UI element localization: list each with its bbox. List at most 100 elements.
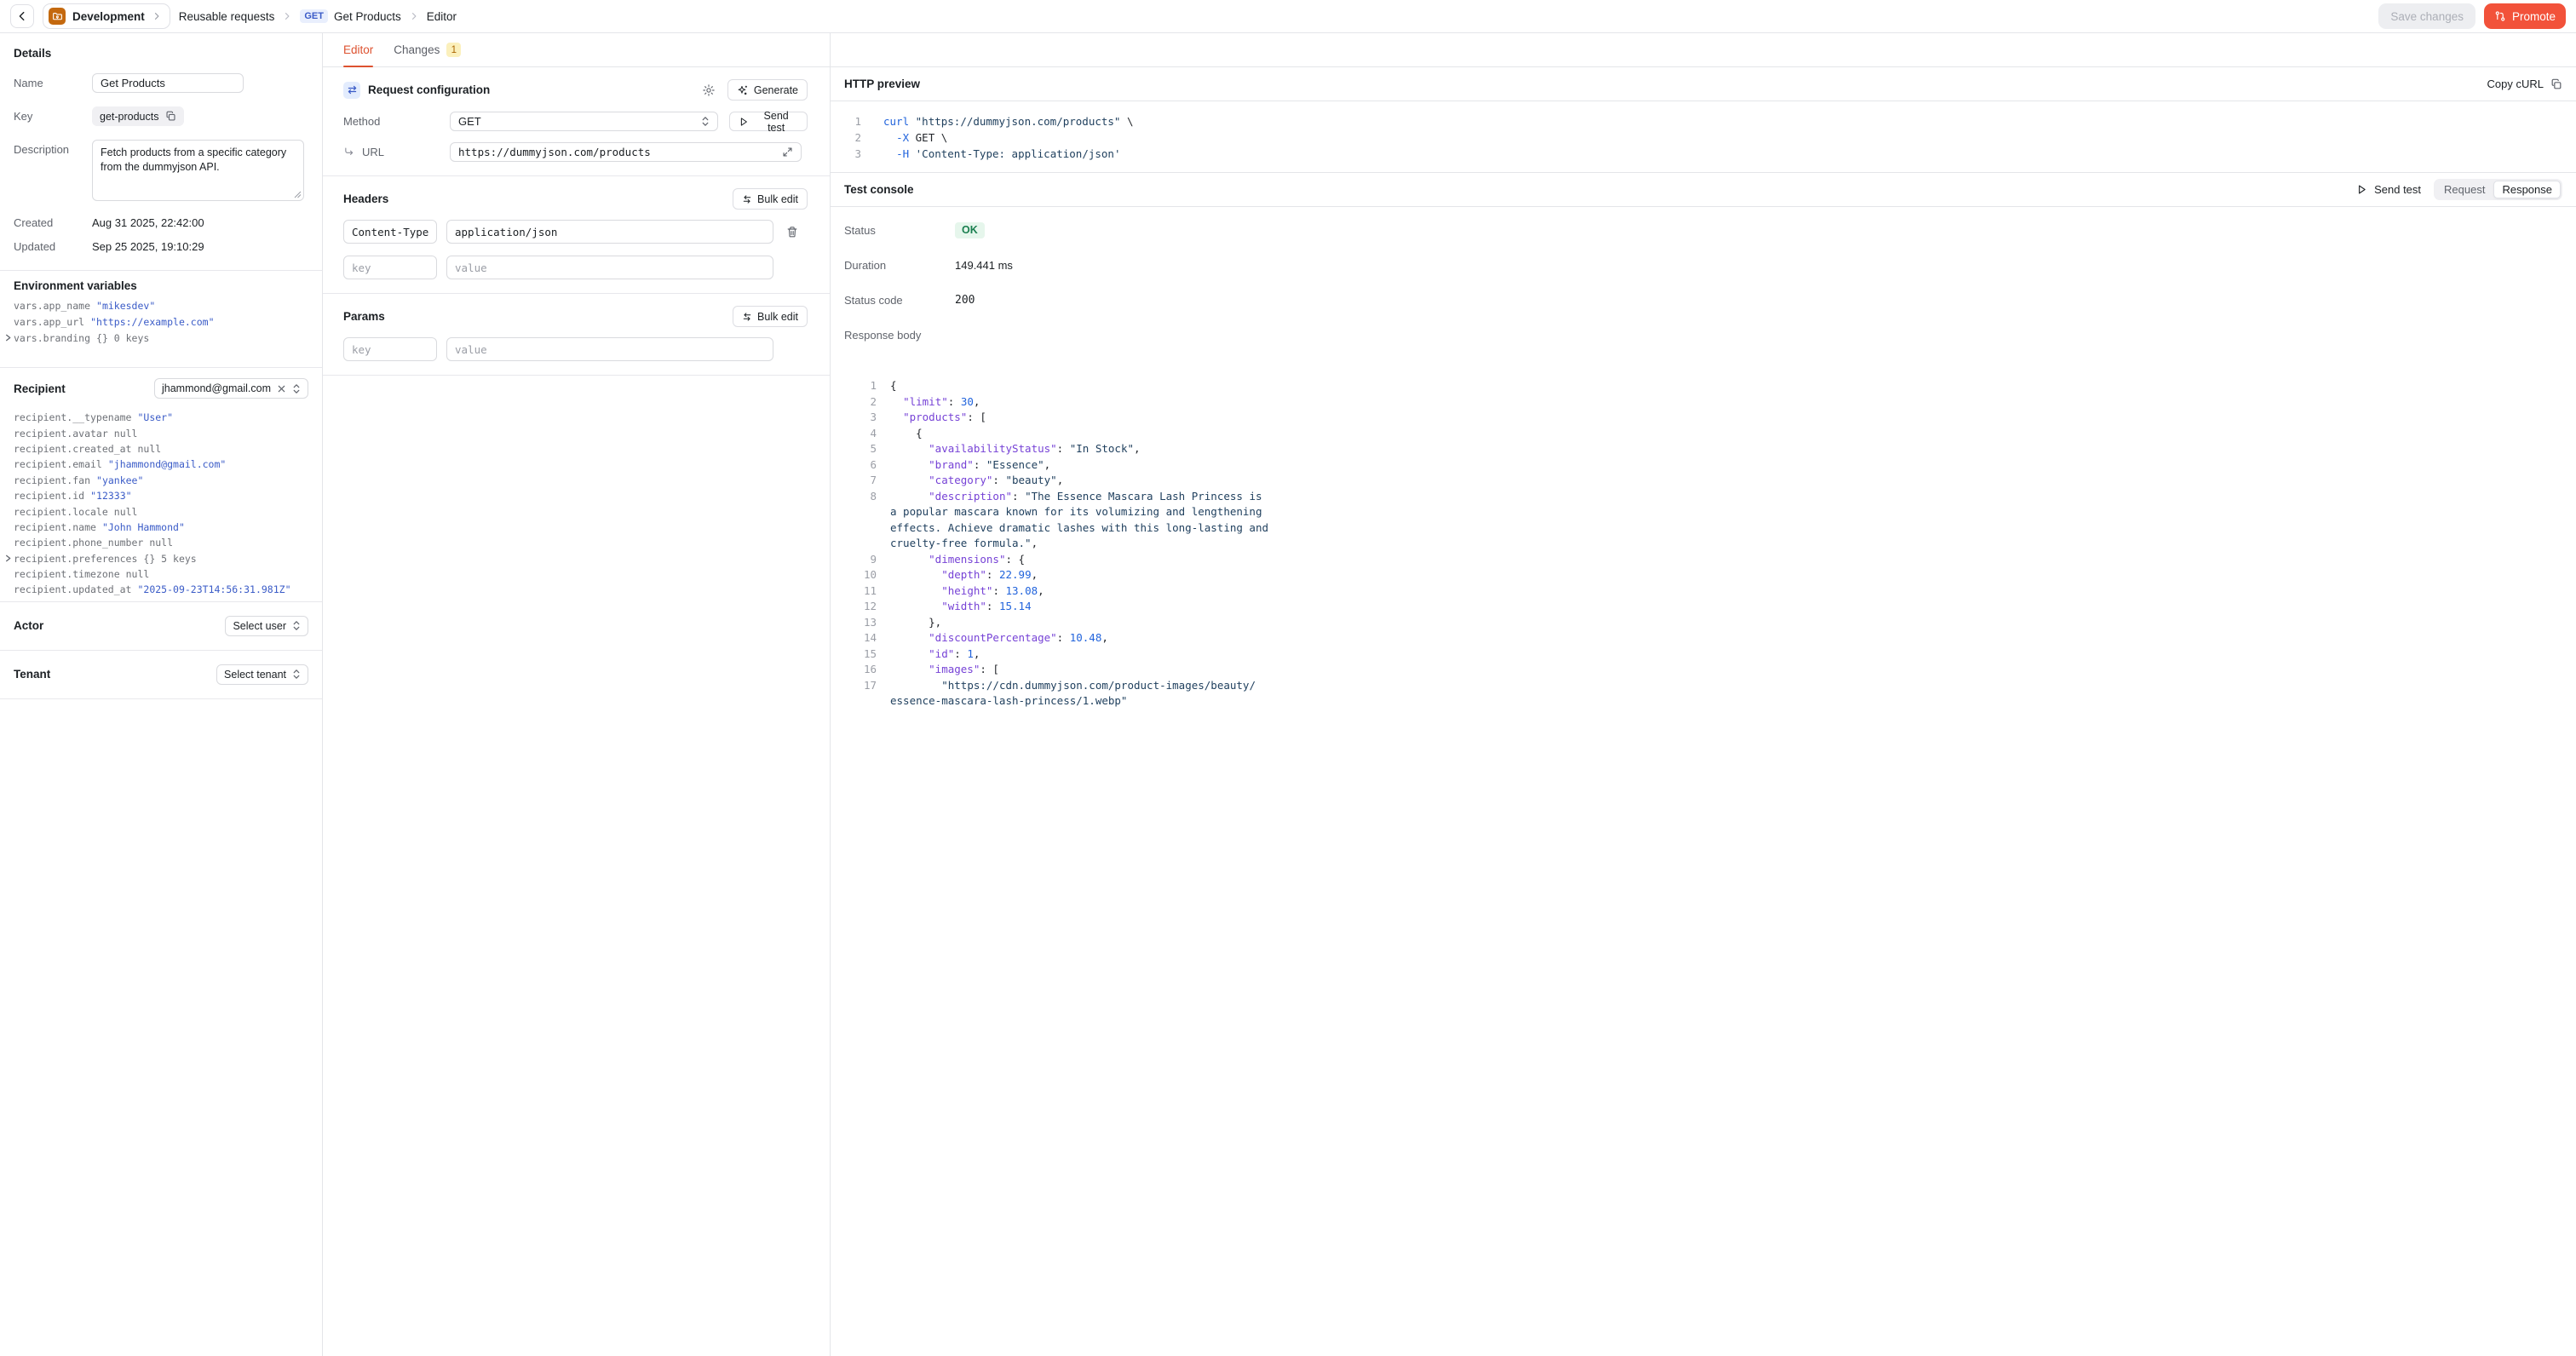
recipient-select-value: jhammond@gmail.com (162, 382, 271, 394)
variable-row: recipient.__typename"User" (14, 410, 308, 425)
send-test-button[interactable]: Send test (729, 112, 808, 131)
variable-row: recipient.avatarnull (14, 425, 308, 440)
line-number: 9 (844, 552, 877, 568)
request-response-toggle: Request Response (2434, 179, 2562, 200)
play-icon (2356, 184, 2367, 195)
line-number: 14 (844, 630, 877, 646)
code-line: 17 "https://cdn.dummyjson.com/product-im… (844, 678, 2562, 710)
variable-key: recipient.timezone (14, 568, 120, 580)
folder-icon (49, 8, 66, 25)
clear-icon[interactable] (277, 384, 286, 394)
params-bulk-edit-button[interactable]: Bulk edit (733, 306, 808, 327)
code-line: 10 "depth": 22.99, (844, 567, 2562, 583)
variable-key: recipient.avatar (14, 428, 108, 440)
line-number: 4 (844, 426, 877, 442)
resize-handle-icon[interactable] (294, 191, 302, 198)
recipient-select[interactable]: jhammond@gmail.com (154, 378, 308, 399)
code-line: 16 "images": [ (844, 662, 2562, 678)
headers-bulk-edit-button[interactable]: Bulk edit (733, 188, 808, 210)
environment-variables-section: Environment variables vars.app_name"mike… (0, 271, 322, 368)
chevron-right-icon[interactable] (4, 333, 12, 342)
param-key-input[interactable] (343, 337, 437, 361)
param-value-input[interactable] (446, 337, 773, 361)
request-configuration-section: Request configuration Generate Method GE… (323, 67, 830, 176)
header-key-input[interactable] (343, 220, 437, 244)
details-section: Details Name Key get-products Descriptio… (0, 33, 322, 271)
response-body-label: Response body (844, 329, 955, 342)
method-label: Method (343, 115, 450, 128)
line-number: 17 (844, 678, 877, 694)
description-textarea[interactable]: Fetch products from a specific category … (92, 140, 304, 201)
breadcrumb-request[interactable]: GET Get Products (300, 9, 400, 23)
swap-arrows-icon (742, 194, 752, 204)
copy-curl-button[interactable]: Copy cURL (2487, 78, 2562, 90)
environment-switcher[interactable]: Development (43, 3, 170, 29)
corner-down-right-icon (343, 147, 354, 158)
variable-row[interactable]: recipient.preferences{} 5 keys (14, 551, 308, 566)
line-number: 1 (844, 378, 877, 394)
details-sidebar: Details Name Key get-products Descriptio… (0, 33, 323, 1356)
variable-row: vars.app_name"mikesdev" (14, 297, 308, 313)
test-console-body: Status OK Duration 149.441 ms Status cod… (831, 207, 2576, 344)
toggle-request[interactable]: Request (2435, 181, 2493, 198)
recipient-section: Recipient jhammond@gmail.com recipient._… (0, 368, 322, 602)
variable-row: recipient.timezonenull (14, 566, 308, 582)
code-line: 2 -X GET \ (844, 129, 2562, 146)
name-input[interactable] (92, 73, 244, 93)
swap-arrows-icon (742, 312, 752, 322)
line-number: 13 (844, 615, 877, 631)
tab-changes[interactable]: Changes 1 (394, 33, 461, 66)
variable-row: recipient.fan"yankee" (14, 473, 308, 488)
url-input[interactable]: https://dummyjson.com/products (450, 142, 802, 162)
code-line: 12 "width": 15.14 (844, 599, 2562, 615)
variable-row[interactable]: vars.branding{} 0 keys (14, 330, 308, 346)
toggle-response[interactable]: Response (2493, 181, 2561, 198)
console-send-test-button[interactable]: Send test (2356, 183, 2421, 196)
generate-button[interactable]: Generate (727, 79, 808, 101)
breadcrumb-editor[interactable]: Editor (427, 10, 457, 23)
promote-button[interactable]: Promote (2484, 3, 2566, 29)
key-chip: get-products (92, 106, 184, 126)
settings-gear-icon[interactable] (702, 83, 716, 97)
back-button[interactable] (10, 4, 34, 28)
variable-key: recipient.preferences (14, 553, 137, 565)
header-value-input[interactable] (446, 256, 773, 279)
expand-icon[interactable] (782, 147, 793, 158)
variable-key: recipient.id (14, 490, 84, 502)
recipient-title: Recipient (14, 382, 66, 395)
chevron-left-icon (16, 10, 28, 22)
editor-tabs: Editor Changes 1 (323, 33, 830, 67)
code-line: 3 "products": [ (844, 410, 2562, 426)
header-row (343, 220, 808, 244)
copy-icon[interactable] (165, 111, 176, 122)
actor-select[interactable]: Select user (225, 616, 308, 636)
line-number: 15 (844, 646, 877, 663)
save-changes-button[interactable]: Save changes (2378, 3, 2475, 29)
method-badge: GET (300, 9, 328, 23)
header-key-input[interactable] (343, 256, 437, 279)
description-label: Description (14, 140, 92, 156)
code-line: 13 }, (844, 615, 2562, 631)
chevron-right-icon[interactable] (4, 554, 12, 563)
variable-key: recipient.name (14, 521, 96, 533)
line-number: 1 (844, 113, 861, 129)
breadcrumb: Reusable requests GET Get Products Edito… (179, 9, 457, 23)
actor-section: Actor Select user (0, 602, 322, 651)
status-label: Status (844, 224, 955, 237)
headers-title: Headers (343, 192, 388, 205)
variable-key: vars.branding (14, 332, 90, 344)
variable-key: recipient.fan (14, 474, 90, 486)
response-body-code-block: 1{2 "limit": 30,3 "products": [4 {5 "ava… (831, 360, 2576, 710)
trash-icon[interactable] (786, 226, 798, 238)
header-value-input[interactable] (446, 220, 773, 244)
copy-icon (2550, 78, 2562, 90)
header-row-empty (343, 256, 808, 279)
duration-label: Duration (844, 259, 955, 272)
tab-editor[interactable]: Editor (343, 33, 373, 66)
breadcrumb-reusable-requests[interactable]: Reusable requests (179, 10, 275, 23)
tenant-select[interactable]: Select tenant (216, 664, 308, 685)
line-number: 5 (844, 441, 877, 457)
variable-key: recipient.phone_number (14, 537, 143, 549)
chevron-up-down-icon (292, 669, 301, 680)
method-select[interactable]: GET (450, 112, 718, 131)
